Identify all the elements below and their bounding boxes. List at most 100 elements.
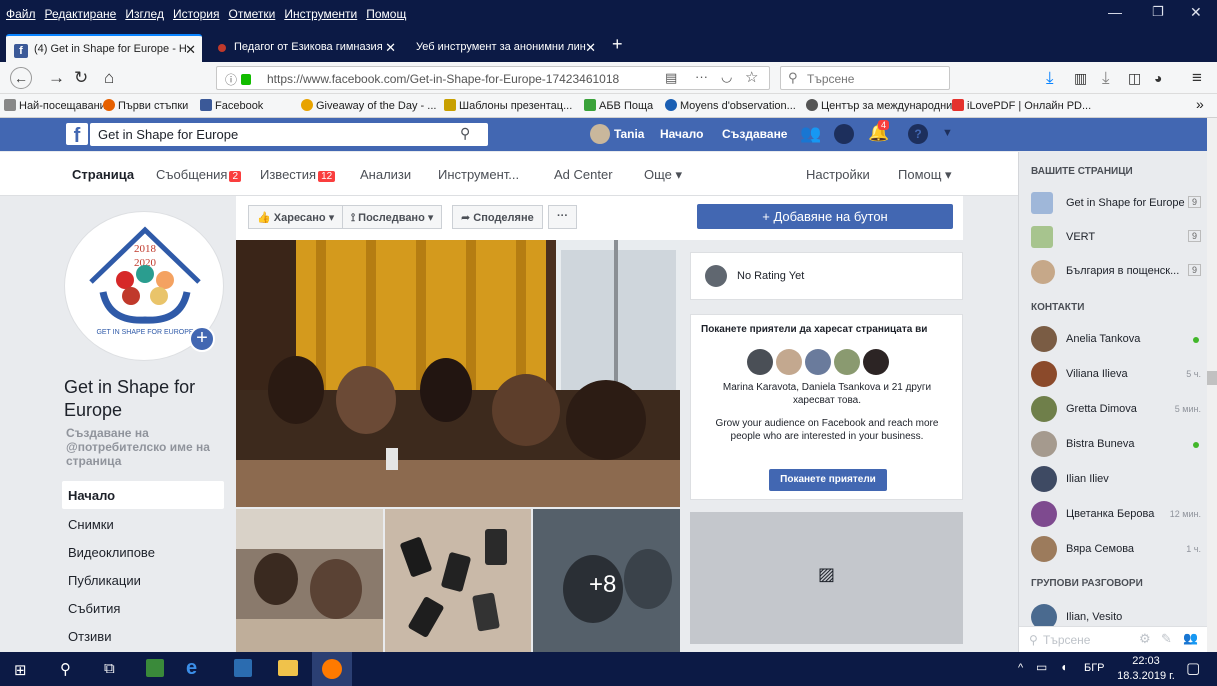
scrollbar-thumb[interactable] [1207,371,1217,385]
avatar[interactable] [863,349,889,375]
tab-pedagog[interactable]: Педагог от Езикова гимназия ✕ [206,34,402,62]
chat-search-input[interactable]: ⚲ Търсене ⚙ ✎ 👥 [1019,626,1208,652]
search-bar[interactable]: ⚲ Търсене [780,66,950,90]
url-bar[interactable]: ⓘ https://www.facebook.com/Get-in-Shape-… [216,66,770,90]
more-actions-button[interactable]: ··· [548,205,577,229]
action-center-icon[interactable]: ▢ [1186,659,1200,677]
gear-icon[interactable]: ⚙ [1139,631,1151,647]
add-button-button[interactable]: + Добавяне на бутон [697,204,953,229]
tab-tools[interactable]: Инструмент... [438,167,519,182]
like-button[interactable]: 👍 Харесано ▾ [248,205,344,229]
search-icon[interactable]: ⚲ [60,660,71,678]
page-scrollbar[interactable] [1207,118,1217,652]
tab-ad-center[interactable]: Ad Center [554,167,613,182]
avatar[interactable] [590,124,610,144]
sidebar-icon[interactable]: ◫ [1128,68,1141,88]
clock-time[interactable]: 22:03 [1124,655,1168,667]
add-image-icon[interactable]: ▨ [818,564,835,585]
task-view-icon[interactable]: ⧉ [104,660,115,677]
tab-notifications[interactable]: Известия 12 [260,167,336,182]
bookmark-facebook[interactable]: Facebook [200,99,263,112]
facebook-search-input[interactable]: Get in Shape for Europe ⚲ [90,123,488,146]
url-text[interactable]: https://www.facebook.com/Get-in-Shape-fo… [267,72,657,86]
chevron-down-icon[interactable]: ▼ [942,127,953,139]
sidebar-page-vert[interactable]: VERT 9 [1031,226,1201,256]
windows-start-icon[interactable]: ⊞ [14,661,27,679]
menu-item[interactable]: Инструменти [284,7,357,21]
menu-item[interactable]: Редактиране [45,7,117,21]
menu-item[interactable]: История [173,7,220,21]
tab-page[interactable]: Страница [72,167,134,182]
page-title[interactable]: Get in Shape for Europe [64,376,234,422]
facebook-logo-icon[interactable]: f [66,123,88,145]
share-button[interactable]: ➦ Споделяне [452,205,543,229]
edge-icon[interactable]: e [186,657,197,680]
home-icon[interactable]: ⌂ [104,68,114,88]
left-nav-photos[interactable]: Снимки [62,510,224,538]
close-tab-icon[interactable]: ✕ [185,42,196,58]
menu-item[interactable]: Отметки [229,7,276,21]
restore-icon[interactable]: ❐ [1152,4,1164,20]
contact-anelia-tankova[interactable]: Anelia Tankova [1031,326,1201,356]
tray-chevron-icon[interactable]: ^ [1018,662,1023,674]
avatar[interactable] [747,349,773,375]
left-nav-videos[interactable]: Видеоклипове [62,538,224,566]
invite-friends-button[interactable]: Поканете приятели [769,469,887,491]
info-icon[interactable]: ⓘ [225,71,237,88]
create-username-link[interactable]: Създаване на @потребителско име на стран… [66,426,230,468]
left-nav-home[interactable]: Начало [62,481,224,509]
bookmarks-overflow-icon[interactable]: » [1196,96,1204,112]
tab-messages[interactable]: Съобщения 2 [156,167,242,182]
more-photos-tile[interactable]: +8 [533,509,680,652]
volume-icon[interactable]: ◖ [1060,660,1067,674]
bookmark-most-visited[interactable]: Най-посещавани [4,99,106,112]
menu-item[interactable]: Помощ [366,7,406,21]
bookmark-giveaway[interactable]: Giveaway of the Day - ... [301,99,436,112]
photo-thumbnail[interactable] [385,509,531,652]
reader-view-icon[interactable]: ▤ [665,70,677,86]
tab-settings[interactable]: Настройки [806,167,870,182]
forward-icon[interactable]: → [48,68,65,88]
minimize-icon[interactable]: — [1108,4,1122,20]
sidebar-page-get-in-shape[interactable]: Get in Shape for Europe 9 [1031,192,1201,222]
contact-bistra-buneva[interactable]: Bistra Buneva [1031,431,1201,461]
cover-photo[interactable] [236,240,680,507]
contact-vyara-semova[interactable]: Вяра Семова 1 ч. [1031,536,1201,566]
search-icon[interactable]: ⚲ [460,125,470,142]
firefox-taskbar-button[interactable] [312,652,352,686]
bookmark-star-icon[interactable]: ☆ [745,68,758,86]
left-nav-posts[interactable]: Публикации [62,566,224,594]
publisher-icon[interactable] [234,659,252,677]
downloads-icon[interactable]: ⤓ [1046,68,1054,88]
contact-ilian-iliev[interactable]: Ilian Iliev [1031,466,1201,496]
excel-icon[interactable] [146,659,164,677]
photo-thumbnail[interactable] [236,509,383,652]
sidebar-page-bulgaria[interactable]: България в пощенск... 9 [1031,260,1201,290]
menu-item[interactable]: Файл [6,7,36,21]
language-indicator[interactable]: БГР [1084,662,1105,674]
bookmark-center[interactable]: Център за международни... [806,99,961,112]
close-tab-icon[interactable]: ✕ [385,40,396,56]
help-icon[interactable]: ? [908,124,928,144]
close-window-icon[interactable]: ✕ [1190,4,1202,21]
reload-icon[interactable]: ↻ [74,68,88,88]
library-icon[interactable]: ▥ [1074,68,1087,88]
home-link[interactable]: Начало [660,127,703,141]
close-tab-icon[interactable]: ✕ [585,40,596,56]
messenger-icon[interactable] [834,124,854,144]
avatar[interactable] [776,349,802,375]
create-link[interactable]: Създаване [722,127,787,141]
compose-icon[interactable]: ✎ [1161,631,1172,647]
contact-viliana-ilieva[interactable]: Viliana Ilieva 5 ч. [1031,361,1201,391]
profile-link[interactable]: Tania [614,127,644,141]
tab-insights[interactable]: Анализи [360,167,411,182]
back-icon[interactable]: ← [10,67,32,89]
tab-more[interactable]: Още ▾ [644,167,682,183]
avatar[interactable] [805,349,831,375]
page-profile-picture[interactable]: 2018 2020 GET IN SHAPE FOR EUROPE + [64,211,224,361]
bookmark-getting-started[interactable]: Първи стъпки [103,99,188,112]
left-nav-events[interactable]: Събития [62,594,224,622]
page-actions-icon[interactable]: ··· [695,69,708,84]
contact-gretta-dimova[interactable]: Gretta Dimova 5 мин. [1031,396,1201,426]
tab-web-tool[interactable]: Уеб инструмент за анонимни лин ✕ [406,34,602,62]
